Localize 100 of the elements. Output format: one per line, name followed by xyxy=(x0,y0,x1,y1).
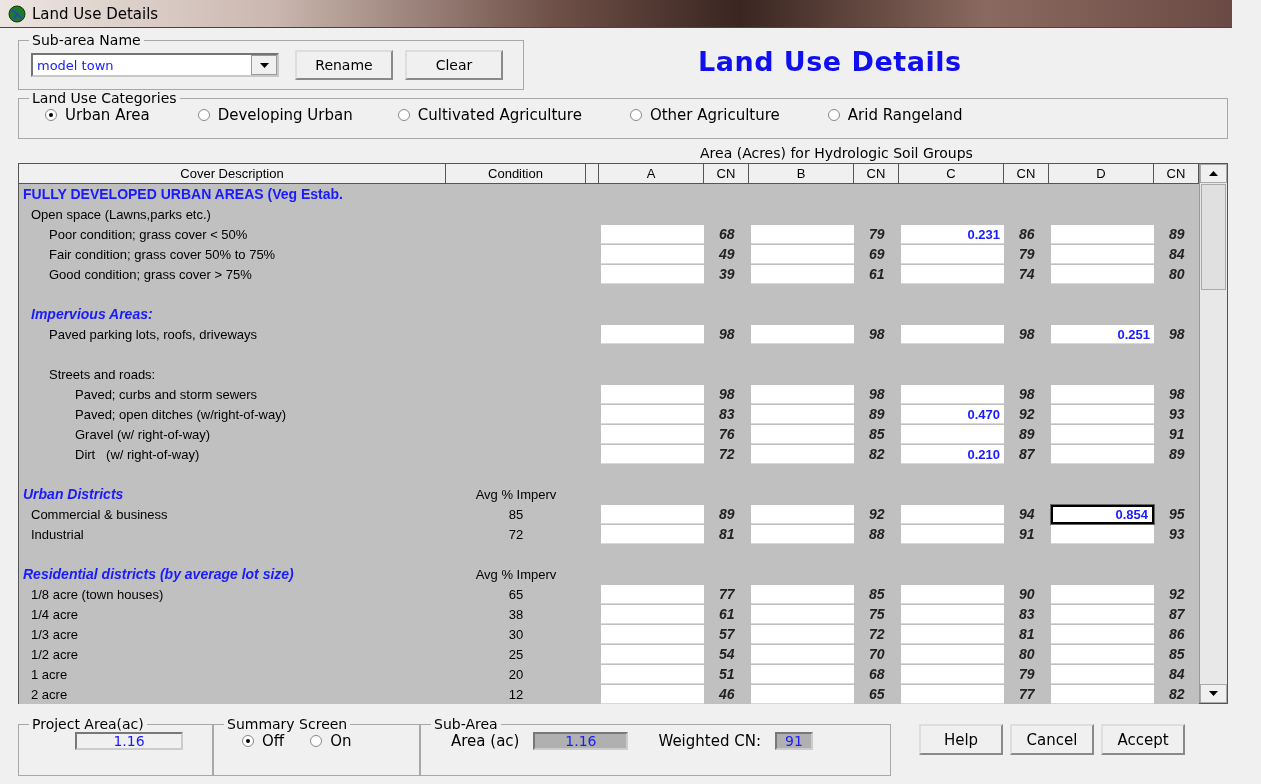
area-input[interactable] xyxy=(751,425,854,444)
column-header: D xyxy=(1049,164,1154,183)
area-input[interactable]: 0.251 xyxy=(1051,325,1154,344)
area-input[interactable] xyxy=(751,585,854,604)
area-input[interactable] xyxy=(601,405,704,424)
area-input[interactable]: 0.210 xyxy=(901,445,1004,464)
area-input[interactable] xyxy=(751,505,854,524)
area-input[interactable] xyxy=(901,325,1004,344)
dialog-button[interactable]: Rename xyxy=(295,50,393,80)
area-input[interactable] xyxy=(751,265,854,284)
area-input[interactable] xyxy=(601,625,704,644)
area-input[interactable] xyxy=(901,385,1004,404)
area-input[interactable] xyxy=(901,585,1004,604)
area-input[interactable] xyxy=(1051,425,1154,444)
area-input[interactable] xyxy=(601,245,704,264)
area-input[interactable] xyxy=(601,505,704,524)
area-input[interactable] xyxy=(1051,685,1154,704)
radio-label[interactable]: Developing Urban xyxy=(217,106,353,124)
area-input[interactable] xyxy=(901,505,1004,524)
cn-value: 98 xyxy=(1019,386,1035,402)
area-input[interactable] xyxy=(1051,645,1154,664)
radio-button[interactable] xyxy=(629,109,642,121)
scroll-thumb[interactable] xyxy=(1201,184,1226,290)
area-input[interactable] xyxy=(751,245,854,264)
area-input[interactable] xyxy=(601,265,704,284)
cn-value: 98 xyxy=(1169,326,1185,342)
area-input[interactable] xyxy=(601,385,704,404)
dialog-button[interactable]: Cancel xyxy=(1010,724,1094,755)
area-input[interactable]: 0.854 xyxy=(1051,505,1154,524)
area-input[interactable] xyxy=(901,665,1004,684)
column-header: CN xyxy=(854,164,899,183)
area-input[interactable] xyxy=(751,685,854,704)
radio-button[interactable] xyxy=(827,109,840,121)
area-input[interactable] xyxy=(751,665,854,684)
scroll-up-button[interactable] xyxy=(1200,164,1227,183)
scroll-down-button[interactable] xyxy=(1200,684,1227,703)
radio-button[interactable] xyxy=(242,735,254,747)
area-input[interactable] xyxy=(901,265,1004,284)
radio-label[interactable]: Other Agriculture xyxy=(649,106,780,124)
name-dropdown[interactable]: model town xyxy=(31,53,279,77)
area-input[interactable] xyxy=(901,605,1004,624)
scrollbar[interactable] xyxy=(1199,164,1227,703)
radio-button[interactable] xyxy=(197,109,210,121)
area-input[interactable] xyxy=(751,645,854,664)
area-input[interactable] xyxy=(751,525,854,544)
dialog-button[interactable]: Clear xyxy=(405,50,503,80)
dropdown-button[interactable] xyxy=(251,55,277,75)
dialog-button[interactable]: Help xyxy=(919,724,1003,755)
area-input[interactable] xyxy=(601,645,704,664)
area-input[interactable] xyxy=(901,645,1004,664)
area-input[interactable] xyxy=(1051,665,1154,684)
area-input[interactable] xyxy=(1051,445,1154,464)
area-input[interactable] xyxy=(601,525,704,544)
area-input[interactable] xyxy=(601,445,704,464)
area-input[interactable] xyxy=(601,605,704,624)
area-input[interactable] xyxy=(1051,585,1154,604)
area-input[interactable] xyxy=(751,605,854,624)
area-input[interactable] xyxy=(751,625,854,644)
radio-label[interactable]: On xyxy=(330,732,352,750)
radio-label[interactable]: Off xyxy=(262,732,285,750)
area-input[interactable] xyxy=(901,525,1004,544)
cn-value: 92 xyxy=(1169,586,1185,602)
radio-button[interactable] xyxy=(45,109,57,121)
area-input[interactable] xyxy=(1051,265,1154,284)
area-input[interactable] xyxy=(901,625,1004,644)
area-input[interactable] xyxy=(601,325,704,344)
area-input[interactable]: 0.470 xyxy=(901,405,1004,424)
window-title: Land Use Details xyxy=(32,4,159,23)
area-input[interactable] xyxy=(601,665,704,684)
area-input[interactable] xyxy=(601,585,704,604)
group-label: Project Area(ac) xyxy=(31,716,145,732)
cn-value: 91 xyxy=(1169,426,1185,442)
area-input[interactable] xyxy=(751,325,854,344)
radio-button[interactable] xyxy=(397,109,410,121)
radio-label[interactable]: Urban Area xyxy=(65,106,150,124)
area-input[interactable] xyxy=(901,425,1004,444)
dialog-button[interactable]: Accept xyxy=(1101,724,1185,755)
area-input[interactable] xyxy=(1051,405,1154,424)
cn-value: 89 xyxy=(719,506,735,522)
area-input[interactable] xyxy=(1051,525,1154,544)
area-input[interactable] xyxy=(1051,625,1154,644)
area-input[interactable]: 0.231 xyxy=(901,225,1004,244)
radio-label[interactable]: Cultivated Agriculture xyxy=(417,106,582,124)
radio-button[interactable] xyxy=(310,735,323,747)
area-input[interactable] xyxy=(901,685,1004,704)
area-input[interactable] xyxy=(901,245,1004,264)
radio-label[interactable]: Arid Rangeland xyxy=(847,106,963,124)
area-input[interactable] xyxy=(751,385,854,404)
cn-value: 85 xyxy=(869,426,885,442)
area-input[interactable] xyxy=(1051,605,1154,624)
area-input[interactable] xyxy=(1051,245,1154,264)
area-input[interactable] xyxy=(1051,225,1154,244)
area-input[interactable] xyxy=(751,405,854,424)
area-input[interactable] xyxy=(601,225,704,244)
area-input[interactable] xyxy=(601,685,704,704)
area-input[interactable] xyxy=(751,445,854,464)
cn-value: 54 xyxy=(719,646,735,662)
area-input[interactable] xyxy=(751,225,854,244)
area-input[interactable] xyxy=(1051,385,1154,404)
area-input[interactable] xyxy=(601,425,704,444)
